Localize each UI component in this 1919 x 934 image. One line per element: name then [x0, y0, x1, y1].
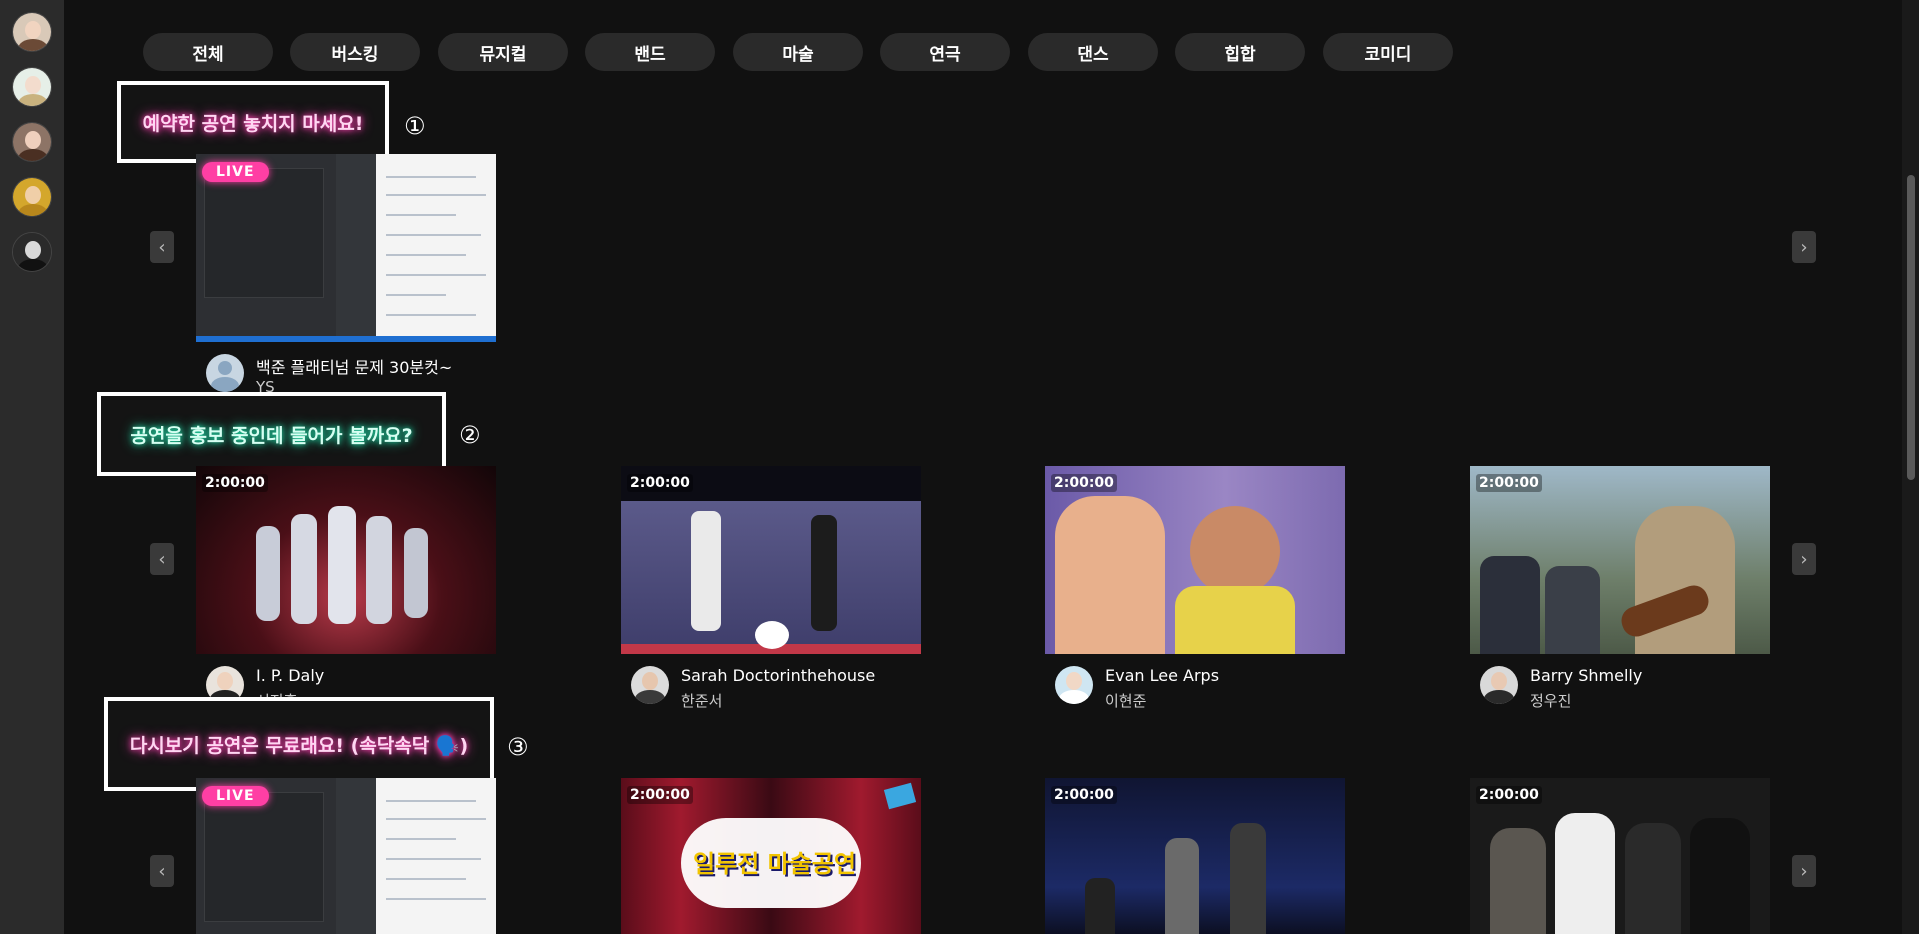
card-title[interactable]: Sarah Doctorinthehouse [681, 666, 875, 685]
avatar [1480, 666, 1518, 704]
live-badge: LIVE [202, 162, 269, 182]
video-card[interactable]: 2:00:00 Sarah Doctorinthehouse 한준서 [621, 466, 921, 716]
card-thumbnail[interactable]: 2:00:00 [196, 466, 496, 654]
sidebar-avatar[interactable] [12, 67, 52, 107]
ide-screenshot-image [196, 154, 496, 342]
video-card[interactable]: 2:00:00 [1470, 778, 1770, 934]
avatar [631, 666, 669, 704]
duration-label: 2:00:00 [1051, 474, 1117, 492]
duration-label: 2:00:00 [1476, 786, 1542, 804]
carousel-prev-button[interactable]: ‹ [150, 543, 174, 575]
duration-label: 2:00:00 [627, 786, 693, 804]
dance-studio-image [621, 501, 921, 654]
card-performer: 이현준 [1105, 692, 1147, 710]
live-card[interactable]: LIVE 백준 플래티넘 문제 30분컷~ YS [196, 154, 496, 404]
category-band-button[interactable]: 밴드 [585, 33, 715, 71]
carousel-next-button[interactable]: › [1792, 543, 1816, 575]
page-scrollbar[interactable] [1902, 0, 1919, 934]
card-title[interactable]: I. P. Daly [256, 666, 324, 685]
category-dance-button[interactable]: 댄스 [1028, 33, 1158, 71]
sidebar-avatar[interactable] [12, 12, 52, 52]
sidebar [0, 0, 64, 934]
video-card[interactable]: 2:00:00 Barry Shmelly 정우진 [1470, 466, 1770, 716]
carousel-prev-button[interactable]: ‹ [150, 855, 174, 887]
video-card[interactable]: 일루전 마술공연 2:00:00 [621, 778, 921, 934]
section-number: ③ [507, 733, 529, 761]
live-card[interactable]: LIVE [196, 778, 496, 934]
category-musical-button[interactable]: 뮤지컬 [438, 33, 568, 71]
card-title[interactable]: Evan Lee Arps [1105, 666, 1219, 685]
video-card[interactable]: 2:00:00 Evan Lee Arps 이현준 [1045, 466, 1345, 716]
avatar [206, 354, 244, 392]
category-comedy-button[interactable]: 코미디 [1323, 33, 1453, 71]
scrollbar-thumb[interactable] [1907, 175, 1915, 480]
avatar [1055, 666, 1093, 704]
card-thumbnail[interactable]: 2:00:00 [621, 466, 921, 654]
duration-label: 2:00:00 [627, 474, 693, 492]
card-performer: 한준서 [681, 692, 723, 710]
carousel-next-button[interactable]: › [1792, 855, 1816, 887]
theater-couple-image [1045, 466, 1345, 654]
card-thumbnail[interactable]: 2:00:00 [1045, 466, 1345, 654]
card-thumbnail[interactable]: 2:00:00 [1045, 778, 1345, 934]
section-label-reserved: 예약한 공연 놓치지 마세요! [117, 81, 389, 163]
card-thumbnail[interactable]: 2:00:00 [1470, 466, 1770, 654]
poster-title: 일루전 마술공연 [693, 850, 856, 878]
duration-label: 2:00:00 [202, 474, 268, 492]
video-card[interactable]: 2:00:00 I. P. Daly 서지훈 [196, 466, 496, 716]
card-thumbnail[interactable]: LIVE [196, 154, 496, 342]
sidebar-avatar[interactable] [12, 122, 52, 162]
sidebar-avatar[interactable] [12, 232, 52, 272]
category-magic-button[interactable]: 마술 [733, 33, 863, 71]
live-badge: LIVE [202, 786, 269, 806]
card-thumbnail[interactable]: 2:00:00 [1470, 778, 1770, 934]
category-all-button[interactable]: 전체 [143, 33, 273, 71]
duration-label: 2:00:00 [1476, 474, 1542, 492]
section-number: ① [404, 112, 426, 140]
card-title[interactable]: 백준 플래티넘 문제 30분컷~ [256, 354, 452, 378]
category-theater-button[interactable]: 연극 [880, 33, 1010, 71]
dance-group-image [236, 506, 456, 626]
duration-label: 2:00:00 [1051, 786, 1117, 804]
corner-badge-icon [883, 782, 917, 810]
section-label-promoting: 공연을 홍보 중인데 들어가 볼까요? [97, 392, 446, 476]
carousel-next-button[interactable]: › [1792, 231, 1816, 263]
card-title[interactable]: Barry Shmelly [1530, 666, 1642, 685]
category-busking-button[interactable]: 버스킹 [290, 33, 420, 71]
section-label-replay: 다시보기 공연은 무료래요! (속닥속닥 🗣️) [104, 697, 494, 791]
card-thumbnail[interactable]: 일루전 마술공연 2:00:00 [621, 778, 921, 934]
section-number: ② [459, 421, 481, 449]
card-performer: 정우진 [1530, 692, 1572, 710]
category-hiphop-button[interactable]: 힙합 [1175, 33, 1305, 71]
card-thumbnail[interactable]: LIVE [196, 778, 496, 934]
sidebar-avatar[interactable] [12, 177, 52, 217]
carousel-prev-button[interactable]: ‹ [150, 231, 174, 263]
video-card[interactable]: 2:00:00 [1045, 778, 1345, 934]
busking-guitar-image [1470, 466, 1770, 654]
